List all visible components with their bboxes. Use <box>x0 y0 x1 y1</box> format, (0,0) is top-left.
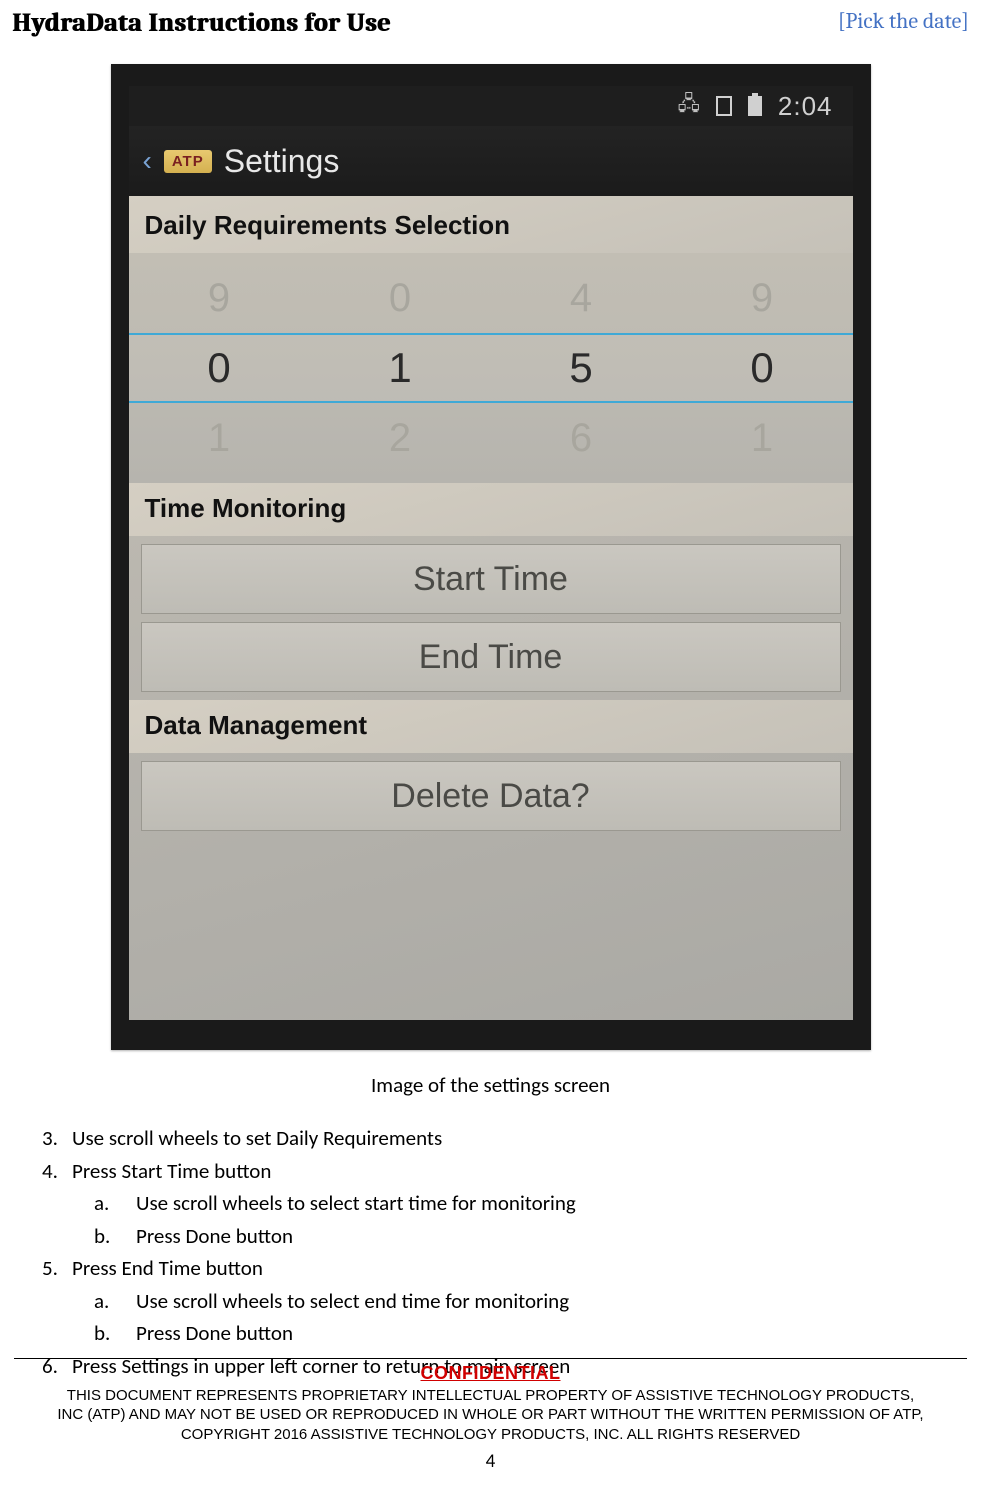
picker-digit-selected[interactable]: 1 <box>370 344 430 392</box>
bluetooth-icon: 🖧 <box>678 89 700 123</box>
picker-digit-selected[interactable]: 0 <box>189 344 249 392</box>
document-icon <box>716 96 732 116</box>
instruction-step: Press End Time button <box>72 1252 263 1285</box>
battery-icon <box>748 96 762 116</box>
back-icon[interactable]: ‹ <box>143 145 152 177</box>
screenshot-container: 🖧 2:04 ‹ ATP Settings Daily Requirements… <box>111 64 871 1050</box>
picker-digit[interactable]: 0 <box>370 276 430 321</box>
instruction-step: Press Start Time button <box>72 1155 271 1188</box>
image-caption: Image of the settings screen <box>111 1072 871 1098</box>
time-monitoring-label: Time Monitoring <box>129 483 853 536</box>
document-title: HydraData Instructions for Use <box>12 8 391 38</box>
instruction-substep: Press Done button <box>136 1317 293 1350</box>
picker-digit[interactable]: 9 <box>189 276 249 321</box>
footer-legal: THIS DOCUMENT REPRESENTS PROPRIETARY INT… <box>0 1386 981 1445</box>
confidential-label: CONFIDENTIAL <box>0 1363 981 1384</box>
date-placeholder[interactable]: [Pick the date] <box>838 8 969 34</box>
picker-digit[interactable]: 4 <box>551 276 611 321</box>
instruction-step: Use scroll wheels to set Daily Requireme… <box>72 1122 442 1155</box>
page-number: 4 <box>0 1450 981 1473</box>
instruction-substep: Use scroll wheels to select start time f… <box>136 1187 576 1220</box>
picker-digit-selected[interactable]: 0 <box>732 344 792 392</box>
picker-digit[interactable]: 6 <box>551 416 611 461</box>
instruction-substep: Use scroll wheels to select end time for… <box>136 1285 569 1318</box>
picker-digit[interactable]: 2 <box>370 416 430 461</box>
status-time: 2:04 <box>778 91 833 122</box>
picker-digit[interactable]: 9 <box>732 276 792 321</box>
data-management-label: Data Management <box>129 700 853 753</box>
instructions-list: 3.Use scroll wheels to set Daily Require… <box>24 1122 957 1382</box>
app-bar[interactable]: ‹ ATP Settings <box>129 126 853 196</box>
instruction-substep: Press Done button <box>136 1220 293 1253</box>
daily-requirements-picker[interactable]: 9 0 4 9 0 1 5 0 1 2 6 1 <box>129 253 853 483</box>
page-footer: CONFIDENTIAL THIS DOCUMENT REPRESENTS PR… <box>0 1358 981 1474</box>
end-time-button[interactable]: End Time <box>141 622 841 692</box>
delete-data-button[interactable]: Delete Data? <box>141 761 841 831</box>
start-time-button[interactable]: Start Time <box>141 544 841 614</box>
brand-badge: ATP <box>164 150 212 173</box>
phone-status-bar: 🖧 2:04 <box>129 86 853 126</box>
picker-digit[interactable]: 1 <box>732 416 792 461</box>
app-bar-title: Settings <box>224 143 340 180</box>
picker-digit[interactable]: 1 <box>189 416 249 461</box>
picker-digit-selected[interactable]: 5 <box>551 344 611 392</box>
daily-requirements-label: Daily Requirements Selection <box>129 196 853 253</box>
